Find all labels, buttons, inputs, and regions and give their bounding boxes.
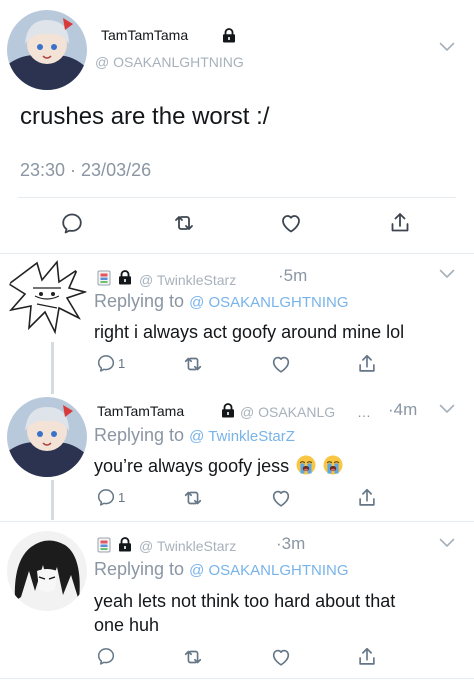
- tweet-text: right i always act goofy around mine lol: [94, 322, 405, 342]
- divider: [18, 197, 456, 198]
- replying-label: Replying to: [94, 559, 185, 579]
- tweet-timestamp[interactable]: 23:30 · 23/03/26: [20, 160, 151, 181]
- like-button[interactable]: [270, 646, 292, 668]
- like-icon: [270, 646, 292, 668]
- tweet-text-content: you’re always goofy jess: [94, 456, 290, 476]
- reply-button[interactable]: [60, 211, 84, 235]
- retweet-button[interactable]: [182, 487, 204, 509]
- tweet-text-line: yeah lets not think too hard about that: [94, 591, 396, 611]
- handle-ellipsis: …: [357, 404, 371, 420]
- share-button[interactable]: [356, 353, 378, 375]
- like-icon: [270, 487, 292, 509]
- lock-icon: [118, 537, 132, 552]
- reply-button[interactable]: 1: [96, 353, 125, 373]
- like-button[interactable]: [279, 211, 303, 235]
- display-name[interactable]: TamTamTama: [101, 27, 188, 43]
- retweet-icon: [172, 211, 196, 235]
- like-icon: [270, 353, 292, 375]
- reply-button[interactable]: 1: [96, 487, 125, 507]
- display-name[interactable]: TamTamTama: [97, 403, 184, 419]
- like-button[interactable]: [270, 353, 292, 375]
- avatar[interactable]: [7, 10, 87, 90]
- tweet-text: crushes are the worst :/: [20, 103, 270, 130]
- replying-label: Replying to: [94, 291, 185, 311]
- thread-line: [51, 342, 54, 394]
- like-icon: [279, 211, 303, 235]
- avatar[interactable]: [7, 531, 87, 611]
- pad-icon: [97, 537, 111, 553]
- replying-label: Replying to: [94, 425, 185, 445]
- retweet-button[interactable]: [182, 353, 204, 375]
- tweet-text: you’re always goofy jess: [94, 454, 343, 479]
- replying-to: Replying to @ TwinkleStarZ: [94, 425, 295, 446]
- mention-link[interactable]: @ OSAKANLGHTNING: [189, 294, 348, 311]
- reply-icon: [96, 487, 116, 507]
- replying-to: Replying to @ OSAKANLGHTNING: [94, 559, 349, 580]
- thread-line: [51, 480, 54, 520]
- handle[interactable]: @ OSAKANLG: [240, 404, 335, 420]
- avatar[interactable]: [7, 397, 87, 477]
- replying-to: Replying to @ OSAKANLGHTNING: [94, 291, 349, 312]
- chevron-down-icon[interactable]: [439, 404, 455, 414]
- lock-icon: [221, 403, 235, 418]
- reply-icon: [60, 211, 84, 235]
- lock-icon: [118, 270, 132, 285]
- share-icon: [356, 646, 378, 668]
- retweet-icon: [182, 487, 204, 509]
- handle[interactable]: @ OSAKANLGHTNING: [95, 54, 244, 70]
- tweet-time[interactable]: ·4m: [388, 400, 417, 420]
- divider: [0, 253, 474, 254]
- chevron-down-icon[interactable]: [439, 538, 455, 548]
- share-icon: [356, 353, 378, 375]
- tweet-time[interactable]: ·3m: [276, 534, 305, 554]
- reply-count: 1: [118, 489, 126, 505]
- share-button[interactable]: [356, 487, 378, 509]
- lock-icon: [222, 28, 236, 43]
- retweet-button[interactable]: [172, 211, 196, 235]
- tweet-time[interactable]: ·5m: [278, 266, 307, 286]
- like-button[interactable]: [270, 487, 292, 509]
- chevron-down-icon[interactable]: [439, 269, 455, 279]
- divider: [0, 678, 474, 679]
- reply-icon: [96, 353, 116, 373]
- handle[interactable]: @ TwinkleStarz: [139, 272, 236, 288]
- chevron-down-icon[interactable]: [439, 42, 455, 52]
- share-icon: [356, 487, 378, 509]
- handle[interactable]: @ TwinkleStarz: [139, 538, 236, 554]
- reply-button[interactable]: [96, 646, 118, 666]
- retweet-button[interactable]: [182, 646, 204, 668]
- mention-link[interactable]: @ OSAKANLGHTNING: [189, 562, 348, 579]
- tweet-text-line: one huh: [94, 615, 160, 635]
- reply-count: 1: [118, 355, 126, 371]
- share-button[interactable]: [356, 646, 378, 668]
- retweet-icon: [182, 353, 204, 375]
- loudly-crying-face-emoji: [323, 455, 343, 475]
- pad-icon: [97, 270, 111, 286]
- mention-link[interactable]: @ TwinkleStarZ: [189, 428, 295, 445]
- reply-icon: [96, 646, 116, 666]
- share-button[interactable]: [388, 211, 412, 235]
- loudly-crying-face-emoji: [296, 455, 316, 475]
- divider: [0, 521, 474, 522]
- retweet-icon: [182, 646, 204, 668]
- share-icon: [388, 211, 412, 235]
- avatar[interactable]: [7, 258, 87, 338]
